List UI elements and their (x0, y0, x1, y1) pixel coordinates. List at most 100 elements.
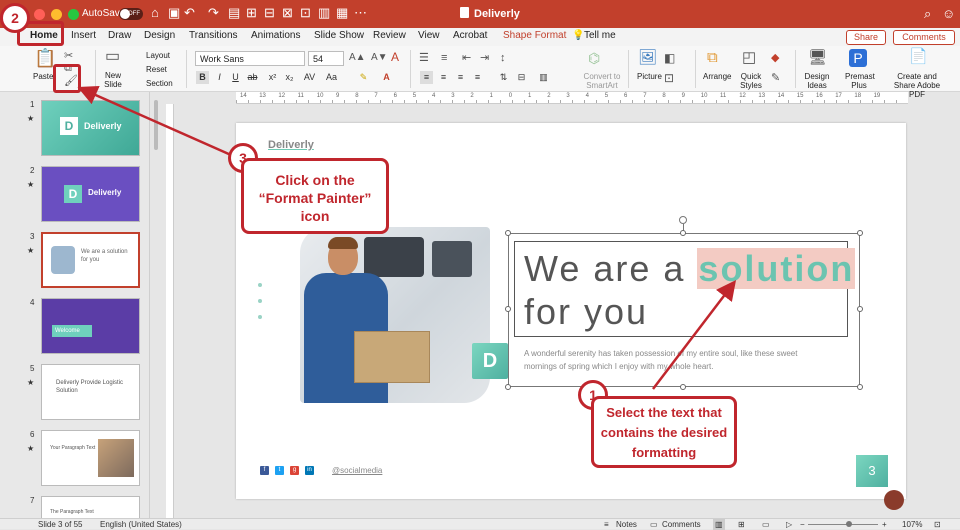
thumbnail-slide-6[interactable]: Your Paragraph Text (41, 430, 140, 486)
headline-line-1[interactable]: We are a solution (524, 248, 856, 290)
tab-animations[interactable]: Animations (251, 30, 300, 41)
resize-handle[interactable] (505, 306, 511, 312)
undo-icon[interactable]: ↶ (184, 6, 195, 20)
shape-outline-icon[interactable]: ✎ (771, 70, 780, 86)
zoom-slider-thumb[interactable] (846, 521, 852, 527)
reset-button[interactable]: Reset (146, 65, 167, 74)
line-spacing-icon[interactable]: ↕ (500, 50, 506, 66)
align-left-button[interactable]: ≡ (420, 71, 433, 84)
qat-more-icon[interactable]: ⋯ (354, 6, 367, 20)
resize-handle[interactable] (857, 306, 863, 312)
vertical-ruler[interactable] (166, 104, 174, 518)
new-slide-icon[interactable]: ▭ (105, 49, 120, 65)
notes-button[interactable]: Notes (616, 519, 637, 530)
thumbnail-slide-5[interactable]: Deliverly Provide Logistic Solution (41, 364, 140, 420)
minimize-window-button[interactable] (51, 9, 62, 20)
picture-icon[interactable]: 🖼 (638, 50, 657, 66)
font-family-select[interactable]: Work Sans (195, 51, 305, 66)
thumbnail-slide-3[interactable]: We are a solution for you (41, 232, 140, 288)
design-ideas-label[interactable]: Design Ideas (804, 72, 830, 90)
delivery-man-photo[interactable] (300, 227, 490, 403)
premast-icon[interactable]: P (849, 49, 867, 67)
smiley-feedback-icon[interactable]: ☺ (942, 6, 955, 21)
decrease-indent-icon[interactable]: ⇤ (462, 50, 471, 66)
font-size-select[interactable]: 54 (308, 51, 344, 66)
qat-custom-icon-3[interactable]: ⊟ (264, 6, 275, 20)
tab-tell-me[interactable]: Tell me (584, 30, 616, 41)
align-right-button[interactable]: ≡ (454, 71, 467, 84)
comments-icon[interactable]: ▭ (650, 519, 658, 530)
google-plus-icon[interactable]: g (290, 465, 299, 475)
qat-custom-icon-4[interactable]: ⊠ (282, 6, 293, 20)
shape-fill-icon[interactable]: ◆ (771, 50, 779, 66)
increase-indent-icon[interactable]: ⇥ (480, 50, 489, 66)
quick-styles-icon[interactable]: ◰ (742, 50, 756, 66)
textbox-icon[interactable]: ⊡ (664, 70, 674, 86)
numbering-icon[interactable]: ≡ (441, 50, 447, 66)
thumbnail-slide-1[interactable]: D Deliverly (41, 100, 140, 156)
italic-button[interactable]: I (213, 71, 226, 84)
thumbnail-slide-2[interactable]: D Deliverly (41, 166, 140, 222)
headline-line-2[interactable]: for you (524, 291, 648, 333)
change-case-button[interactable]: Aa (325, 71, 338, 84)
tab-review[interactable]: Review (373, 30, 406, 41)
premast-plus-label[interactable]: Premast Plus (845, 72, 875, 90)
bold-button[interactable]: B (196, 71, 209, 84)
subscript-button[interactable]: x₂ (283, 71, 296, 84)
thumbnail-scrollbar[interactable] (154, 100, 158, 150)
tab-draw[interactable]: Draw (108, 30, 131, 41)
char-spacing-button[interactable]: AV (303, 71, 316, 84)
headline-prefix[interactable]: We are a (524, 248, 697, 289)
arrange-icon[interactable]: ⧉ (707, 50, 718, 66)
resize-handle[interactable] (857, 384, 863, 390)
fit-slide-icon[interactable]: ⊡ (934, 519, 941, 530)
close-window-button[interactable] (34, 9, 45, 20)
search-icon[interactable]: ⌕ (924, 6, 931, 22)
new-slide-label[interactable]: New Slide (101, 71, 125, 89)
qat-custom-icon-7[interactable]: ▦ (336, 6, 348, 20)
share-button[interactable]: Share (846, 30, 886, 45)
quick-styles-label[interactable]: Quick Styles (739, 72, 763, 90)
qat-custom-icon-5[interactable]: ⊡ (300, 6, 311, 20)
body-text[interactable]: A wonderful serenity has taken possessio… (524, 347, 820, 373)
strikethrough-button[interactable]: ab (246, 71, 259, 84)
bullets-icon[interactable]: ☰ (419, 50, 429, 66)
paste-label[interactable]: Paste (33, 72, 53, 81)
clear-formatting-icon[interactable]: A (391, 49, 399, 65)
rotate-handle[interactable] (679, 216, 687, 224)
tab-slide-show[interactable]: Slide Show (314, 30, 364, 41)
section-button[interactable]: Section (146, 79, 173, 88)
redo-icon[interactable]: ↷ (208, 6, 219, 20)
brand-badge[interactable]: D (472, 343, 508, 379)
linkedin-icon[interactable]: in (305, 465, 314, 475)
qat-custom-icon-6[interactable]: ▥ (318, 6, 330, 20)
columns-button[interactable]: ▥ (537, 71, 550, 84)
resize-handle[interactable] (505, 230, 511, 236)
reading-view-icon[interactable]: ▭ (762, 519, 770, 530)
qat-custom-icon-2[interactable]: ⊞ (246, 6, 257, 20)
zoom-slider[interactable] (808, 524, 878, 525)
notes-icon[interactable]: ≡ (604, 519, 609, 530)
picture-label[interactable]: Picture (637, 72, 662, 81)
comments-status-button[interactable]: Comments (662, 519, 701, 530)
resize-handle[interactable] (680, 230, 686, 236)
align-text-button[interactable]: ⊟ (515, 71, 528, 84)
slide-brand-title[interactable]: Deliverly (268, 139, 314, 151)
zoom-in-icon[interactable]: + (882, 519, 887, 530)
language-indicator[interactable]: English (United States) (100, 519, 182, 530)
tab-transitions[interactable]: Transitions (189, 30, 238, 41)
arrange-label[interactable]: Arrange (703, 72, 731, 81)
facebook-icon[interactable]: f (260, 465, 269, 475)
zoom-level[interactable]: 107% (902, 519, 922, 530)
justify-button[interactable]: ≡ (471, 71, 484, 84)
highlighted-word[interactable]: solution (697, 248, 856, 289)
text-direction-button[interactable]: ⇅ (497, 71, 510, 84)
slide-sorter-icon[interactable]: ⊞ (738, 519, 745, 530)
align-center-button[interactable]: ≡ (437, 71, 450, 84)
resize-handle[interactable] (505, 384, 511, 390)
twitter-icon[interactable]: t (275, 465, 284, 475)
autosave-toggle[interactable]: OFF (119, 8, 143, 20)
tab-insert[interactable]: Insert (71, 30, 96, 41)
paste-icon[interactable]: 📋 (34, 49, 56, 67)
underline-button[interactable]: U (229, 71, 242, 84)
